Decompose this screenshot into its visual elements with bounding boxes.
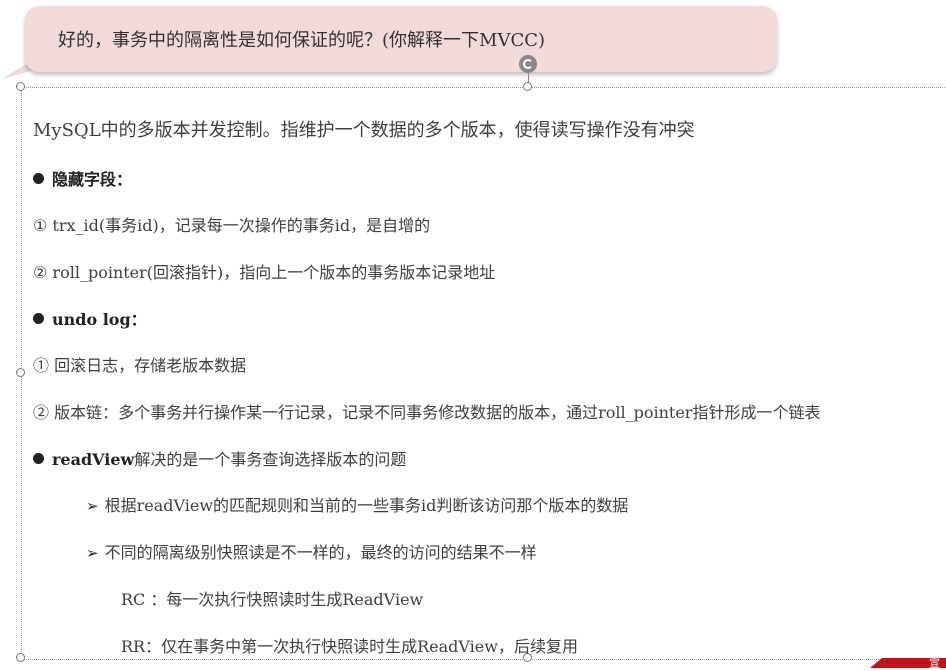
resize-handle-top-left[interactable] (16, 82, 25, 91)
intro-text: MySQL中的多版本并发控制。指维护一个数据的多个版本，使得读写操作没有冲突 (33, 120, 695, 141)
question-text: 好的，事务中的隔离性是如何保证的呢？(你解释一下MVCC) (58, 30, 546, 51)
section-title: undo log： (52, 310, 147, 329)
arrow-bullet-icon: ➢ (86, 497, 99, 515)
sub-list-item-text: 不同的隔离级别快照读是不一样的，最终的访问的结果不一样 (104, 543, 537, 562)
isolation-level-rc: RC ：每一次执行快照读时生成ReadView (121, 590, 424, 609)
bullet-icon (33, 173, 44, 184)
corner-tab[interactable]: 宣 (870, 658, 946, 668)
section-title: 隐藏字段： (52, 170, 133, 189)
list-item: ① 回滚日志，存储老版本数据 (33, 356, 247, 375)
list-item: ② 版本链：多个事务并行操作某一行记录，记录不同事务修改数据的版本，通过roll… (33, 403, 821, 422)
sub-list-item: ➢ 根据readView的匹配规则和当前的一些事务id判断该访问那个版本的数据 (86, 492, 628, 516)
resize-handle-top-middle[interactable] (523, 82, 532, 91)
list-item: ① trx_id(事务id)，记录每一次操作的事务id，是自增的 (33, 216, 431, 235)
sub-list-item: ➢ 不同的隔离级别快照读是不一样的，最终的访问的结果不一样 (86, 539, 537, 563)
section-readview-heading: readView解决的是一个事务查询选择版本的问题 (33, 446, 406, 470)
bullet-icon (33, 453, 44, 464)
section-title-rest: 解决的是一个事务查询选择版本的问题 (134, 450, 407, 469)
sub-list-item-text: 根据readView的匹配规则和当前的一些事务id判断该访问那个版本的数据 (104, 496, 629, 515)
section-undo-log-heading: undo log： (33, 306, 147, 330)
resize-handle-middle-left[interactable] (16, 368, 25, 377)
question-bubble[interactable]: 好的，事务中的隔离性是如何保证的呢？(你解释一下MVCC) (25, 6, 777, 72)
arrow-bullet-icon: ➢ (86, 544, 99, 562)
section-title-bold: readView (52, 450, 135, 469)
bullet-icon (33, 313, 44, 324)
rotate-handle-icon[interactable] (519, 55, 537, 73)
isolation-level-rr: RR：仅在事务中第一次执行快照读时生成ReadView，后续复用 (121, 637, 578, 656)
resize-handle-bottom-left[interactable] (16, 653, 25, 662)
list-item: ② roll_pointer(回滚指针)，指向上一个版本的事务版本记录地址 (33, 263, 496, 282)
section-hidden-fields-heading: 隐藏字段： (33, 166, 132, 190)
